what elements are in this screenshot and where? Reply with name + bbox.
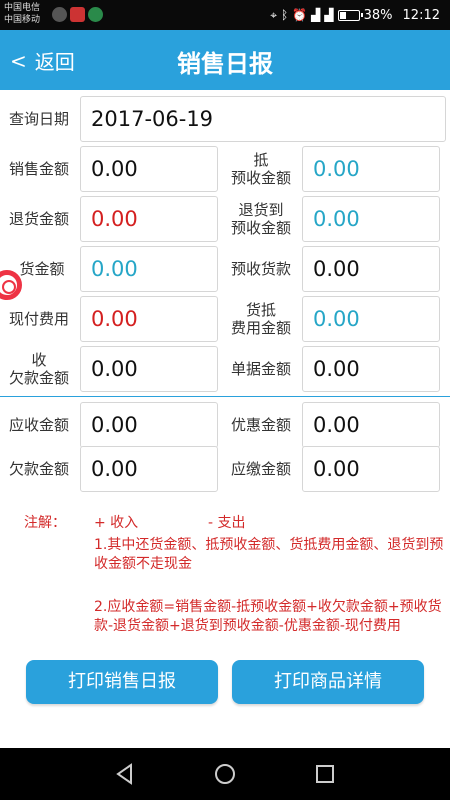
query-date-row: 查询日期 2017-06-19 (0, 96, 450, 142)
carrier-info: 中国电信 中国移动 (4, 2, 40, 26)
clock: 12:12 (402, 7, 440, 23)
sales-amount-value: 0.00 (80, 146, 218, 192)
note-2: 2.应收金额=销售金额-抵预收金额+收欠款金额+预收货款-退货金额+退货到预收金… (94, 599, 442, 634)
debt-label: 欠款金额 (8, 460, 69, 478)
title-bar: < 返回 销售日报 (0, 30, 450, 90)
return-to-prepaid-label-line1: 退货到 (238, 201, 284, 219)
back-triangle-icon[interactable] (113, 762, 137, 786)
note-1: 1.其中还货金额、抵预收金额、货抵费用金额、退货到预收金额不走现金 (94, 537, 444, 572)
battery-icon (337, 9, 363, 21)
app-notification-icon (70, 7, 85, 22)
carrier-1: 中国电信 (4, 3, 41, 13)
row-debt: 欠款金额 0.00 应缴金额 0.00 (0, 446, 450, 492)
row-goods: 货金额 0.00 预收货款 0.00 (0, 246, 450, 292)
print-daily-report-button[interactable]: 打印销售日报 (26, 660, 218, 704)
bluetooth-icon: ᛒ (281, 8, 289, 22)
notes-title: 注解： (24, 515, 66, 531)
row-debt-collect: 收 欠款金额 0.00 单据金额 0.00 (0, 346, 450, 392)
notes-legend: 注解： + 收入 - 支出 (24, 514, 450, 534)
cash-expense-label: 现付费用 (8, 310, 69, 328)
query-date-label: 查询日期 (8, 110, 69, 128)
goods-offset-expense-value: 0.00 (302, 296, 440, 342)
payable-label: 应缴金额 (230, 460, 291, 478)
offset-prepaid-label-line2: 预收金额 (230, 169, 291, 187)
page-title: 销售日报 (177, 50, 273, 78)
notes-expense: - 支出 (208, 515, 246, 531)
return-amount-value: 0.00 (80, 196, 218, 242)
return-amount-label: 退货金额 (8, 210, 69, 228)
receivable-label: 应收金额 (8, 416, 69, 434)
document-amount-value: 0.00 (302, 346, 440, 392)
query-date-field[interactable]: 2017-06-19 (80, 96, 446, 142)
goods-offset-expense-label-line1: 货抵 (245, 301, 276, 319)
row-sales: 销售金额 0.00 抵 预收金额 0.00 (0, 146, 450, 192)
document-amount-label: 单据金额 (230, 360, 291, 378)
offset-prepaid-value: 0.00 (302, 146, 440, 192)
report-content: 查询日期 2017-06-19 销售金额 0.00 抵 预收金额 0.00 退货… (0, 90, 450, 748)
alarm-icon: ⏰ (292, 8, 308, 22)
notes-income: + 收入 (94, 515, 139, 531)
print-goods-detail-button[interactable]: 打印商品详情 (232, 660, 424, 704)
offset-prepaid-label-line1: 抵 (253, 151, 269, 169)
return-to-prepaid-label: 退货到 预收金额 (222, 196, 300, 242)
return-to-prepaid-label-line2: 预收金额 (230, 219, 291, 237)
section-divider (0, 396, 450, 397)
location-icon: ⌖ (270, 7, 277, 22)
collect-debt-label: 收 欠款金额 (0, 346, 78, 392)
home-circle-icon[interactable] (213, 762, 237, 786)
goods-offset-expense-label: 货抵 费用金额 (222, 296, 300, 342)
goods-offset-expense-label-line2: 费用金额 (230, 319, 291, 337)
collect-debt-value: 0.00 (80, 346, 218, 392)
app-notification-icon (88, 7, 103, 22)
prepaid-payment-label: 预收货款 (230, 260, 291, 278)
status-bar: 中国电信 中国移动 ⌖ ᛒ ⏰ ▟ ▟ 38% 12:12 (0, 0, 450, 30)
return-to-prepaid-value: 0.00 (302, 196, 440, 242)
notes-section: 注解： + 收入 - 支出 1.其中还货金额、抵预收金额、货抵费用金额、退货到预… (24, 514, 450, 634)
cash-expense-value: 0.00 (80, 296, 218, 342)
row-receivable: 应收金额 0.00 优惠金额 0.00 (0, 402, 450, 448)
recent-apps-square-icon[interactable] (313, 762, 337, 786)
sales-amount-label: 销售金额 (8, 160, 69, 178)
receivable-value: 0.00 (80, 402, 218, 448)
debt-value: 0.00 (80, 446, 218, 492)
payable-value: 0.00 (302, 446, 440, 492)
offset-prepaid-label: 抵 预收金额 (222, 146, 300, 192)
carrier-2: 中国移动 (4, 15, 41, 25)
discount-label: 优惠金额 (230, 416, 291, 434)
collect-debt-label-line1: 收 (31, 351, 47, 369)
row-return: 退货金额 0.00 退货到 预收金额 0.00 (0, 196, 450, 242)
signal-icon: ▟ (311, 8, 321, 22)
navigation-bar (0, 748, 450, 800)
prepaid-payment-value: 0.00 (302, 246, 440, 292)
goods-amount-value: 0.00 (80, 246, 218, 292)
row-cash: 现付费用 0.00 货抵 费用金额 0.00 (0, 296, 450, 342)
signal-4g-icon: ▟ (324, 8, 334, 22)
collect-debt-label-line2: 欠款金额 (8, 369, 69, 387)
battery-percent: 38% (363, 7, 393, 23)
status-icons: ⌖ ᛒ ⏰ ▟ ▟ 38% 12:12 (270, 6, 440, 24)
app-notification-icon (52, 7, 67, 22)
discount-value: 0.00 (302, 402, 440, 448)
